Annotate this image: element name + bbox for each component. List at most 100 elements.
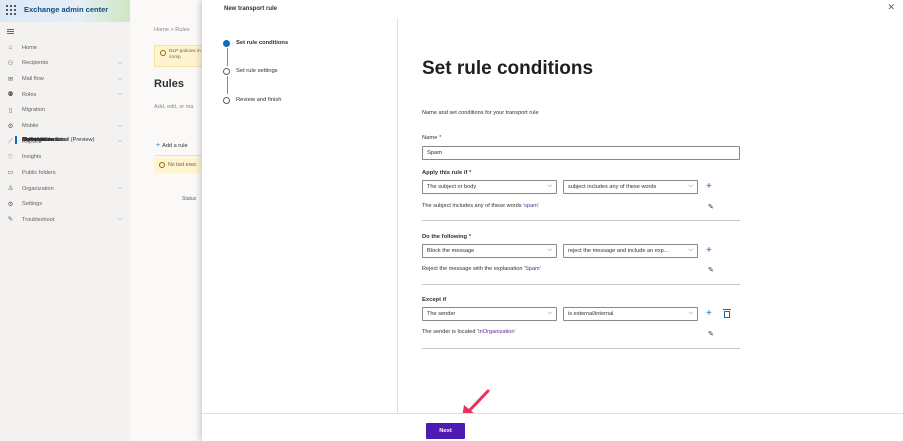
person-icon: ⚇ bbox=[7, 59, 14, 67]
summary-value-link[interactable]: 'Spam' bbox=[524, 266, 541, 272]
sidebar-item-label: Mobile bbox=[22, 123, 39, 130]
sidebar-item-label: Insights bbox=[22, 154, 42, 161]
summary-value-link[interactable]: 'InOrganization' bbox=[477, 329, 516, 335]
apply-if-condition-dropdown[interactable]: The subject or body ⌵ bbox=[422, 180, 557, 194]
wizard-steps: Set rule conditions Set rule settings Re… bbox=[202, 18, 398, 413]
panel-footer: Next bbox=[202, 413, 903, 441]
summary-text: The subject includes any of these words bbox=[422, 203, 524, 209]
sidebar-item-troubleshoot[interactable]: ✎ Troubleshoot ⌵ bbox=[0, 212, 130, 228]
sidebar-item-label: Roles bbox=[22, 91, 37, 98]
rule-name-input[interactable]: Spam bbox=[422, 146, 740, 160]
insights-icon: ♡ bbox=[7, 153, 14, 161]
breadcrumb: Home > Rules bbox=[154, 27, 190, 33]
summary-text: Reject the message with the explanation bbox=[422, 266, 524, 272]
chevron-down-icon: ⌵ bbox=[547, 183, 552, 189]
exception-condition-dropdown[interactable]: The sender ⌵ bbox=[422, 307, 557, 321]
except-if-label: Except if bbox=[422, 297, 447, 303]
step-connector bbox=[226, 76, 228, 94]
sidebar-item-settings[interactable]: ⚙ Settings bbox=[0, 196, 130, 212]
nav-list: ⌂ Home ⚇ Recipients ⌵ Mailboxes Groups Resource… bbox=[0, 40, 130, 228]
sidebar-item-label: Mail flow bbox=[22, 76, 44, 83]
summary-value-link[interactable]: 'spam' bbox=[523, 203, 539, 209]
migration-icon: ▯ bbox=[8, 106, 13, 114]
sidebar-item-insights[interactable]: ♡ Insights bbox=[0, 149, 130, 165]
sidebar-item-label: Migration bbox=[22, 107, 46, 114]
sidebar-item-mobile[interactable]: ⚙ Mobile ⌵ bbox=[0, 118, 130, 134]
status-column-header[interactable]: Status bbox=[182, 196, 196, 202]
sidebar-item-organization[interactable]: ♙ Organization ⌵ bbox=[0, 181, 130, 197]
chevron-down-icon: ⌵ bbox=[117, 122, 122, 129]
apply-if-operator-dropdown[interactable]: subject includes any of these words ⌵ bbox=[563, 180, 698, 194]
summary-text: The sender is located bbox=[422, 329, 478, 335]
app-launcher-icon[interactable] bbox=[6, 5, 16, 15]
mobile-icon: ⚙ bbox=[7, 122, 14, 130]
action-dropdown[interactable]: Block the message ⌵ bbox=[422, 244, 557, 258]
chevron-down-icon: ⌵ bbox=[688, 247, 693, 253]
required-marker: * bbox=[439, 135, 442, 141]
step-connector bbox=[226, 48, 228, 66]
sidebar-item-label: Public folders bbox=[22, 169, 56, 176]
chevron-down-icon: ⌵ bbox=[117, 185, 122, 192]
sidebar-item-recipients[interactable]: ⚇ Recipients ⌵ bbox=[0, 56, 130, 72]
troubleshoot-icon: ✎ bbox=[7, 216, 14, 224]
exception-operator-dropdown[interactable]: is external/internal ⌵ bbox=[563, 307, 698, 321]
chevron-down-icon: ⌵ bbox=[547, 310, 552, 316]
organization-icon: ♙ bbox=[7, 185, 14, 193]
sidebar-item-mail-flow[interactable]: ✉ Mail flow ⌵ bbox=[0, 71, 130, 87]
step-pending-indicator-icon bbox=[223, 68, 230, 75]
sidebar-item-roles[interactable]: ⚉ Roles ⌵ bbox=[0, 87, 130, 103]
plus-icon: + bbox=[156, 142, 161, 149]
hamburger-menu-icon[interactable] bbox=[7, 29, 14, 34]
sidebar-item-label: Reports bbox=[22, 138, 42, 145]
add-rule-label: Add a rule bbox=[162, 143, 188, 149]
step-label: Set rule settings bbox=[236, 68, 278, 74]
sidebar-item-label: Settings bbox=[22, 201, 43, 208]
chevron-down-icon: ⌵ bbox=[547, 247, 552, 253]
section-heading: Set rule conditions bbox=[422, 58, 594, 79]
edit-action-icon[interactable]: ✎ bbox=[708, 267, 714, 274]
page-title: Rules bbox=[154, 78, 184, 90]
mail-icon: ✉ bbox=[7, 75, 14, 83]
add-condition-icon[interactable]: + bbox=[706, 182, 712, 192]
rules-page-background: Home > Rules DLP policies in the comp Ru… bbox=[130, 0, 202, 441]
last-execution-warning: No last exec bbox=[154, 158, 202, 173]
delete-icon[interactable] bbox=[723, 309, 731, 318]
sidebar-item-home[interactable]: ⌂ Home bbox=[0, 40, 130, 56]
warning-text: No last exec bbox=[168, 162, 197, 168]
info-icon bbox=[160, 50, 166, 56]
divider bbox=[154, 155, 202, 156]
section-subheading: Name and set conditions for your transpo… bbox=[422, 110, 539, 116]
next-button[interactable]: Next bbox=[426, 423, 465, 439]
new-transport-rule-panel: New transport rule ✕ Set rule conditions… bbox=[202, 0, 903, 441]
dlp-notice: DLP policies in the comp bbox=[154, 45, 202, 67]
step-current-indicator-icon bbox=[223, 40, 230, 47]
section-divider bbox=[422, 348, 740, 349]
sidebar-item-migration[interactable]: ▯ Migration bbox=[0, 103, 130, 119]
name-label-text: Name bbox=[422, 135, 438, 141]
sidebar-item-reports[interactable]: ⟋ Reports ⌵ bbox=[0, 134, 130, 150]
app-title[interactable]: Exchange admin center bbox=[24, 5, 108, 14]
dropdown-value: reject the message and include an exp... bbox=[568, 248, 669, 254]
apply-if-summary: The subject includes any of these words … bbox=[422, 203, 539, 209]
roles-icon: ⚉ bbox=[7, 91, 14, 99]
chevron-down-icon: ⌵ bbox=[117, 59, 122, 66]
apply-if-label: Apply this rule if * bbox=[422, 170, 471, 176]
chevron-down-icon: ⌵ bbox=[117, 91, 122, 98]
sidebar-item-label: Home bbox=[22, 44, 37, 51]
dropdown-value: The sender bbox=[427, 311, 456, 317]
sidebar-item-label: Organization bbox=[22, 185, 54, 192]
sidebar-item-public-folders[interactable]: ▭ Public folders bbox=[0, 165, 130, 181]
add-exception-icon[interactable]: + bbox=[706, 309, 712, 319]
edit-exception-icon[interactable]: ✎ bbox=[708, 331, 714, 338]
add-rule-button[interactable]: + Add a rule bbox=[156, 142, 188, 149]
add-action-icon[interactable]: + bbox=[706, 246, 712, 256]
name-label: Name * bbox=[422, 135, 441, 141]
dropdown-value: is external/internal bbox=[568, 311, 614, 317]
section-divider bbox=[422, 220, 740, 221]
sidebar-item-label: Recipients bbox=[22, 60, 49, 67]
action-operator-dropdown[interactable]: reject the message and include an exp...… bbox=[563, 244, 698, 258]
app-header: Exchange admin center bbox=[0, 0, 130, 22]
close-icon[interactable]: ✕ bbox=[887, 3, 895, 12]
dropdown-value: Block the message bbox=[427, 248, 475, 254]
edit-condition-icon[interactable]: ✎ bbox=[708, 204, 714, 211]
